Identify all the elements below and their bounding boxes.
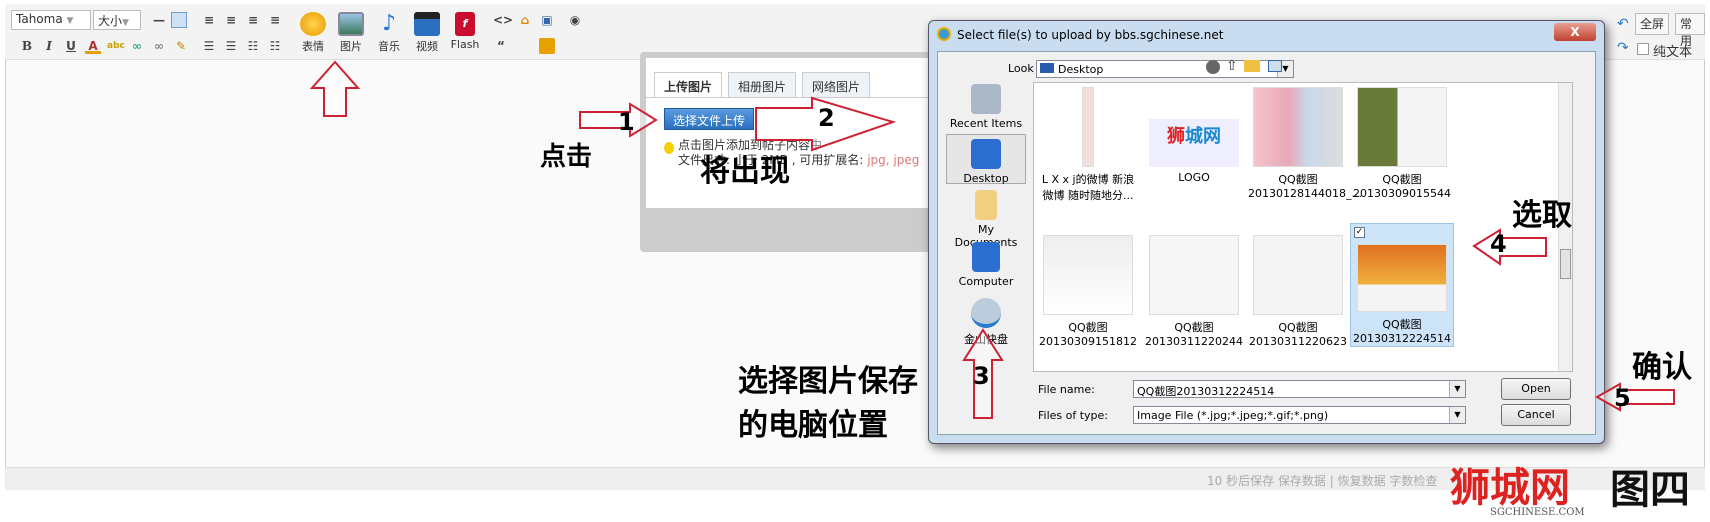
step-5-label: 5 <box>1614 384 1631 412</box>
annotation-location-1: 选择图片保存 <box>738 364 918 399</box>
step-1-label: 1 <box>618 108 635 136</box>
arrow-5 <box>1594 382 1675 412</box>
arrow-up-to-image <box>309 60 361 117</box>
annotation-select: 选取 <box>1512 198 1572 233</box>
annotation-appear: 将出现 <box>700 154 790 189</box>
figure-label: 图四 <box>1610 467 1690 513</box>
step-4-label: 4 <box>1490 230 1507 258</box>
step-3-label: 3 <box>973 362 990 390</box>
arrow-4 <box>1472 228 1547 266</box>
watermark-logo: 狮城网 图四 SGCHINESE.COM <box>1450 455 1710 522</box>
watermark-site: SGCHINESE.COM <box>1490 507 1585 518</box>
annotation-location-2: 的电脑位置 <box>738 408 888 443</box>
step-2-label: 2 <box>818 104 835 132</box>
annotation-confirm: 确认 <box>1632 350 1692 385</box>
watermark-brand: 狮城网 <box>1450 465 1570 511</box>
annotation-click: 点击 <box>540 142 593 172</box>
